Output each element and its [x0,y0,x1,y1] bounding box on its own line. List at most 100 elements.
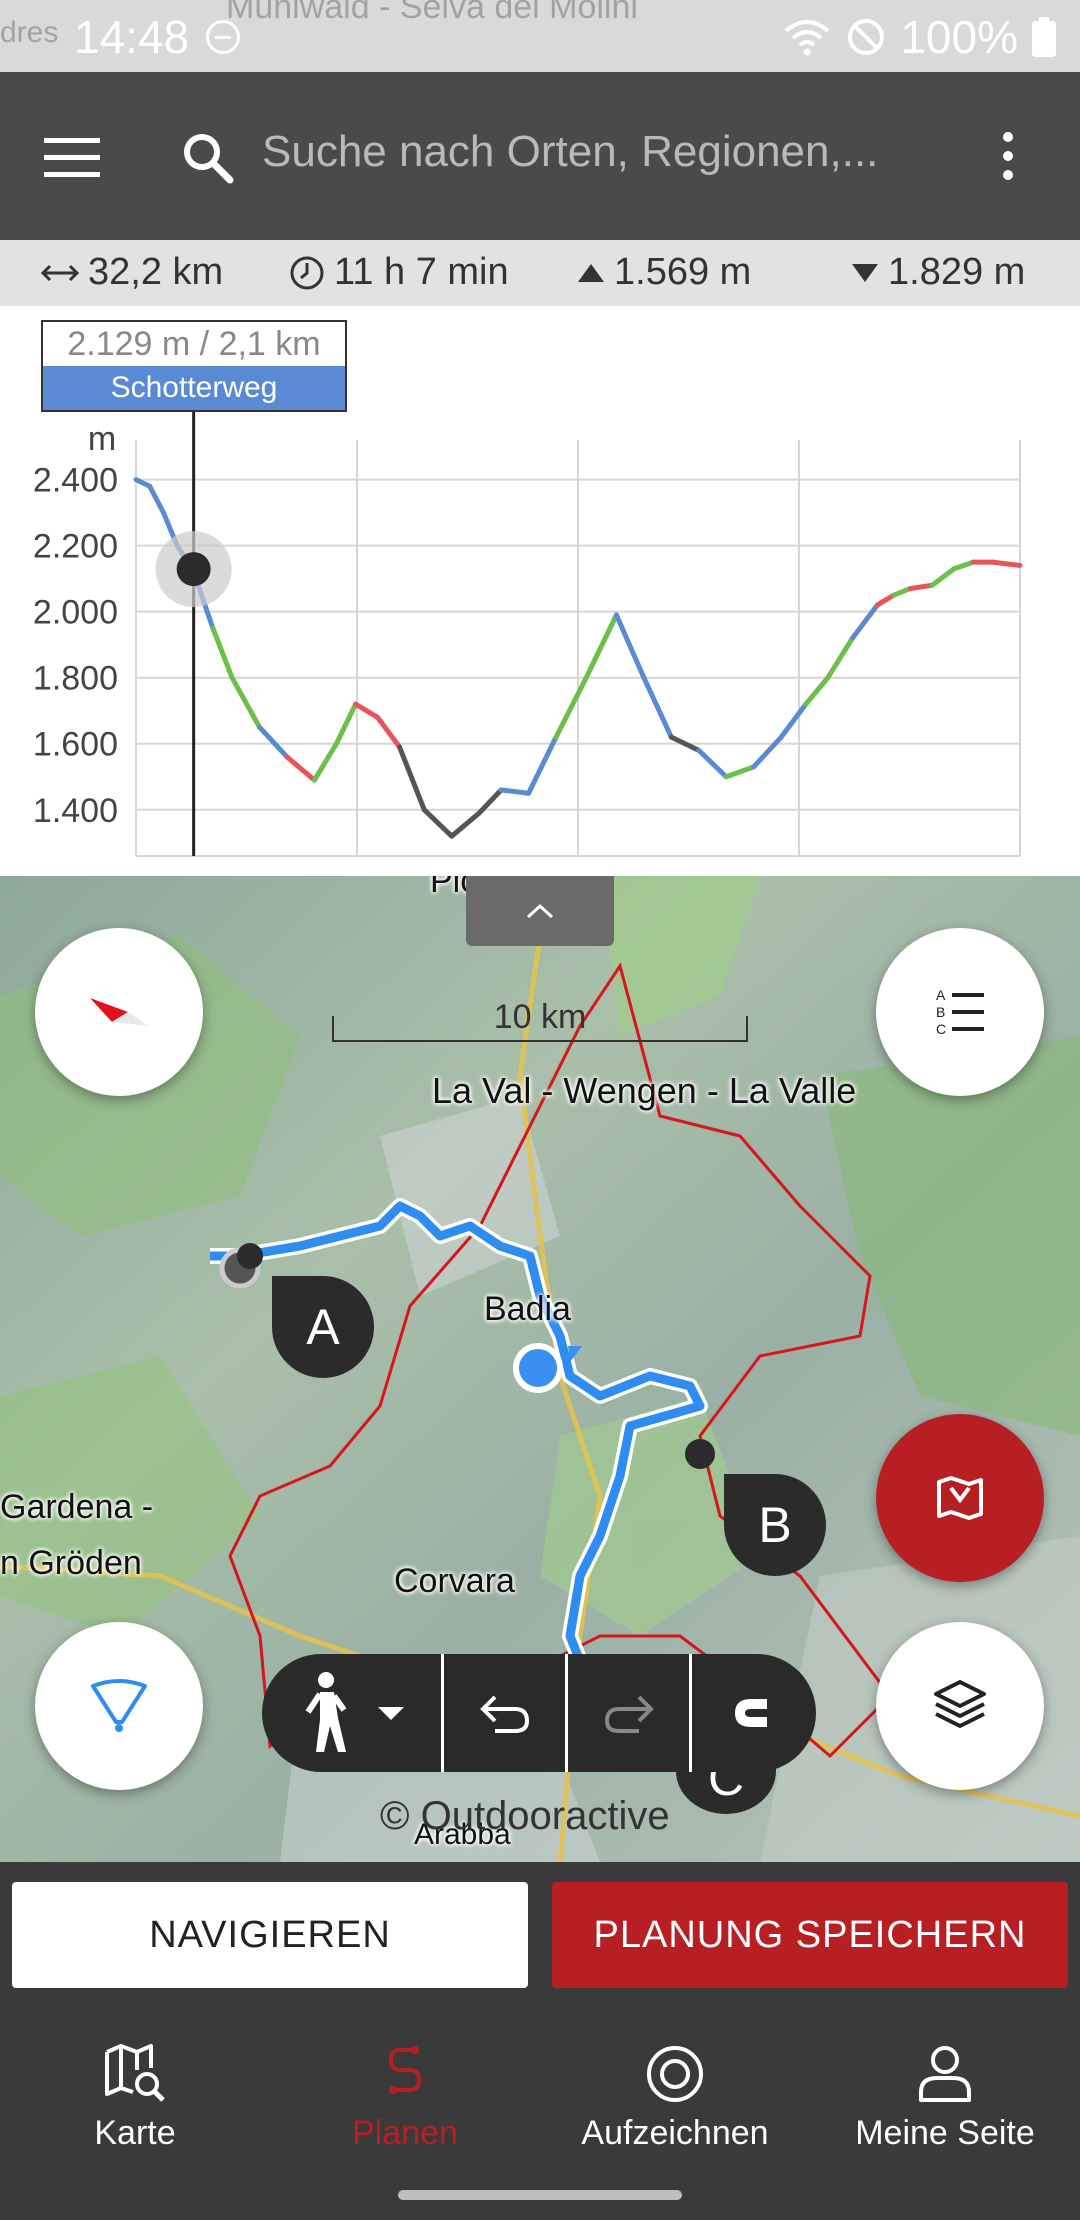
waypoint-b-marker[interactable]: B [724,1474,826,1576]
layers-icon [934,1680,986,1728]
app-bar: Suche nach Orten, Regionen,... [0,72,1080,240]
map-offline-button[interactable] [876,1414,1044,1582]
map-label-corvara: Corvara [394,1562,515,1600]
nav-label-planen: Planen [352,2114,458,2152]
descent-stat: 1.829 m [850,251,1025,294]
elevation-segment [951,559,976,572]
compass-button[interactable] [35,928,203,1096]
elevation-segment [907,582,935,592]
collapse-chart-button[interactable] [466,876,614,946]
y-axis-unit-label: m [88,420,116,458]
elevation-segment [311,741,339,783]
elevation-segment [375,714,403,750]
route-dot[interactable] [237,1243,263,1269]
current-location-dot[interactable] [513,1343,563,1393]
map-scale-label: 10 km [493,998,587,1036]
list-abc-icon: A B C [936,987,984,1037]
wifi-icon [785,20,830,56]
ascent-triangle-icon [578,263,604,282]
map-label-badia: Badia [484,1290,571,1328]
elevation-segment [284,754,317,783]
nav-item-meine-seite[interactable]: Meine Seite [810,2034,1080,2164]
map-search-icon [105,2044,165,2102]
elevation-segment [333,701,359,747]
chart-cursor-dot[interactable] [176,552,211,587]
svg-text:B: B [936,1004,945,1020]
duration-value: 11 h 7 min [334,251,509,293]
y-tick-label: 1.400 [33,792,118,830]
elevation-segment [613,612,647,681]
save-plan-button[interactable]: PLANUNG SPEICHERN [552,1882,1068,1988]
menu-icon[interactable] [44,138,100,178]
search-input[interactable]: Suche nach Orten, Regionen,... [262,127,878,177]
bottom-navigation: Karte Planen Aufzeichnen Meine Seite [0,2006,1080,2220]
elevation-segment [641,675,674,740]
elevation-segment [723,764,757,780]
ascent-value: 1.569 m [614,251,752,293]
waypoint-b-dot[interactable] [685,1439,715,1469]
elevation-segment [751,734,784,770]
waypoint-a-marker[interactable]: A [272,1276,374,1378]
record-icon [647,2046,703,2102]
elevation-segment [421,807,455,839]
planning-toolbar [262,1654,816,1772]
status-bar-map-text: Muhlwald - Selva dei Molini [226,0,638,26]
snap-to-path-button[interactable] [692,1654,816,1772]
view-cone-icon [91,1679,147,1732]
nav-item-karte[interactable]: Karte [0,2034,270,2164]
elevation-segment [553,675,589,740]
elevation-segment [990,559,1023,568]
clock-icon [290,256,324,289]
distance-arrows-icon [40,264,80,281]
navigate-button[interactable]: NAVIGIEREN [12,1882,528,1988]
elevation-segment [147,483,166,516]
person-icon [919,2046,971,2102]
map-label-la-val: La Val - Wengen - La Valle [432,1070,857,1111]
undo-button[interactable] [444,1654,568,1772]
nav-item-aufzeichnen[interactable]: Aufzeichnen [540,2034,810,2164]
route-list-button[interactable]: A B C [876,928,1044,1096]
elevation-segment [803,675,831,707]
elevation-segment [850,602,880,641]
nav-label-aufzeichnen: Aufzeichnen [581,2114,769,2152]
nav-item-planen[interactable]: Planen [270,2034,540,2164]
elevation-segment [449,810,482,839]
map-copyright: © Outdooractive [380,1794,670,1838]
layers-button[interactable] [876,1622,1044,1790]
y-tick-label: 1.800 [33,660,118,698]
elevation-profile-chart[interactable]: 2.400 2.200 2.000 1.800 1.600 1.400 m 2.129 m… [0,306,1080,876]
y-tick-label: 1.600 [33,726,118,764]
compass-needle-icon [90,998,148,1026]
elevation-segment [891,586,913,598]
redo-button[interactable] [568,1654,692,1772]
tooltip-value: 2.129 m / 2,1 km [67,325,321,363]
gesture-handle[interactable] [398,2190,682,2200]
y-tick-label: 2.400 [33,462,118,500]
activity-selector[interactable] [262,1654,444,1772]
chevron-up-icon [526,903,554,919]
magnet-icon [735,1699,775,1727]
undo-icon [479,1695,529,1733]
distance-value: 32,2 km [88,251,224,293]
search-icon[interactable] [180,130,236,186]
status-bar: Muhlwald - Selva dei Molini dres 14:48 1… [0,0,1080,72]
elevation-segment [353,701,381,720]
route-stats: 32,2 km 11 h 7 min 1.569 m 1.829 m [0,240,1080,306]
nav-label-meine-seite: Meine Seite [855,2114,1035,2152]
map-label-gardena-1: Gardena - [0,1488,154,1526]
elevation-segment [526,734,559,796]
elevation-segment [778,701,809,740]
waypoint-b-label: B [758,1497,792,1553]
nav-label-karte: Karte [94,2114,176,2152]
map-view[interactable]: Piccolino La Val - Wengen - La Valle Bad… [0,876,1080,1862]
duration-stat: 11 h 7 min [288,251,509,294]
more-options-icon[interactable] [998,132,1018,192]
chart-tooltip: 2.129 m / 2,1 km Schotterweg [41,320,347,412]
map-label-gardena-2: n Gröden [0,1544,142,1582]
elevation-segment [825,635,856,681]
elevation-segment [929,566,957,588]
do-not-disturb-icon [206,20,240,54]
location-view-button[interactable] [35,1622,203,1790]
svg-text:C: C [936,1021,946,1037]
no-signal-icon [848,19,885,55]
